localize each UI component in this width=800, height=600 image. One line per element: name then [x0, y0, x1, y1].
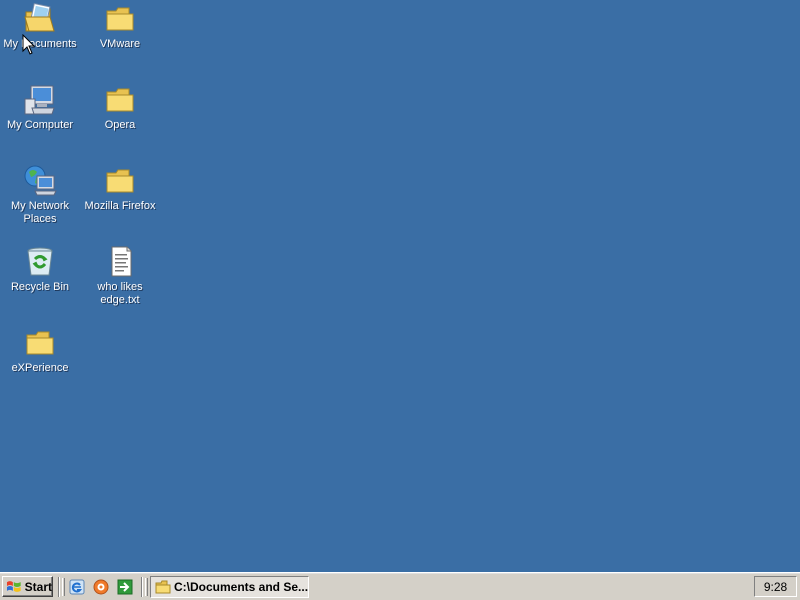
media-player-icon[interactable]	[93, 579, 109, 595]
folder-icon	[106, 88, 134, 112]
taskbar-separator	[58, 577, 60, 597]
start-label: Start	[24, 579, 52, 594]
desktop-icon-text-file[interactable]: who likes edge.txt	[80, 245, 160, 307]
taskbar: Start C:\Documents and Se... 9:28	[0, 572, 800, 600]
mouse-cursor-icon	[22, 34, 36, 55]
task-area-grip[interactable]	[145, 578, 148, 596]
show-desktop-icon[interactable]	[117, 579, 133, 595]
desktop: My Documents VMware My Computer Opera My…	[0, 0, 800, 572]
recycle-bin-icon	[27, 247, 53, 276]
desktop-icon-opera[interactable]: Opera	[80, 83, 160, 132]
task-button-explorer[interactable]: C:\Documents and Se...	[150, 576, 309, 598]
desktop-icon-my-computer[interactable]: My Computer	[0, 83, 80, 132]
text-file-icon	[111, 246, 132, 277]
desktop-icon-mozilla-firefox[interactable]: Mozilla Firefox	[80, 164, 160, 213]
my-computer-icon	[24, 85, 55, 115]
desktop-icon-label: My Network Places	[10, 200, 70, 225]
desktop-icon-label: Recycle Bin	[10, 281, 70, 293]
desktop-icon-label: My Documents	[3, 38, 77, 50]
desktop-icon-my-network-places[interactable]: My Network Places	[0, 164, 80, 226]
desktop-icon-label: who likes edge.txt	[97, 281, 143, 306]
clock[interactable]: 9:28	[764, 580, 787, 594]
desktop-icon-experience[interactable]: eXPerience	[0, 326, 80, 375]
desktop-icon-label: eXPerience	[11, 362, 69, 374]
folder-icon	[155, 580, 171, 594]
system-tray: 9:28	[754, 576, 797, 597]
folder-icon	[26, 331, 54, 355]
desktop-icon-vmware[interactable]: VMware	[80, 2, 160, 51]
desktop-icon-recycle-bin[interactable]: Recycle Bin	[0, 245, 80, 294]
desktop-icon-label: VMware	[99, 38, 141, 50]
taskbar-separator	[141, 577, 143, 597]
internet-explorer-icon[interactable]	[69, 579, 85, 595]
windows-logo-icon	[6, 580, 21, 592]
start-button[interactable]: Start	[2, 576, 53, 597]
desktop-icon-label: Opera	[104, 119, 136, 131]
desktop-icon-label: Mozilla Firefox	[84, 200, 156, 212]
task-button-label: C:\Documents and Se...	[174, 580, 309, 594]
my-documents-icon	[24, 2, 55, 32]
desktop-icon-label: My Computer	[6, 119, 74, 131]
network-places-icon	[24, 165, 57, 196]
quick-launch-grip[interactable]	[62, 578, 65, 596]
folder-icon	[106, 7, 134, 31]
desktop-icon-my-documents[interactable]: My Documents	[0, 2, 80, 51]
folder-icon	[106, 169, 134, 193]
